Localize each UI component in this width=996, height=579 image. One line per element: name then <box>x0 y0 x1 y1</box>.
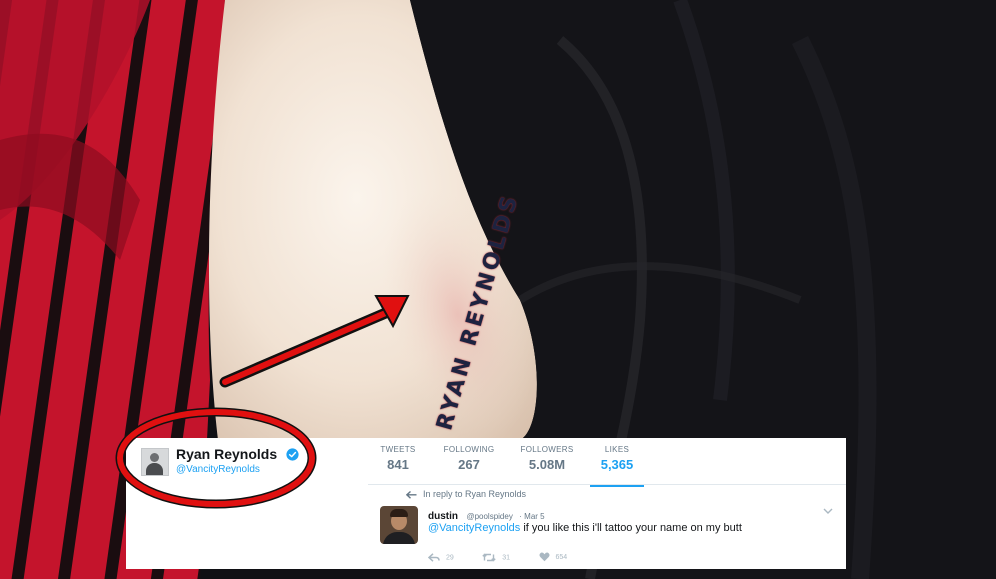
stat-following-value: 267 <box>458 457 480 472</box>
retweet-count: 31 <box>502 554 511 561</box>
tweet-mention-link[interactable]: @VancityReynolds <box>428 522 520 534</box>
like-icon <box>538 552 550 562</box>
reply-icon <box>427 552 440 562</box>
tweet-actions: 29 31 654 <box>427 546 591 564</box>
twitter-profile-card: Ryan Reynolds @VancityReynolds TWEETS 84… <box>126 438 846 569</box>
stats-divider <box>368 484 846 485</box>
retweet-action[interactable]: 31 <box>482 553 510 562</box>
stat-tweets-value: 841 <box>387 457 409 472</box>
photo-scene: RYAN REYNOLDS Ryan Reynolds @VancityReyn… <box>0 0 996 579</box>
reply-count: 29 <box>446 554 454 561</box>
caret-down-icon[interactable] <box>823 508 833 514</box>
stat-likes-value: 5,365 <box>600 457 634 472</box>
stat-followers[interactable]: FOLLOWERS 5.08M <box>507 445 587 472</box>
reply-action[interactable]: 29 <box>427 552 454 562</box>
like-action[interactable]: 654 <box>538 552 568 562</box>
tweet-author-name[interactable]: dustin <box>428 511 458 522</box>
retweet-icon <box>482 553 496 562</box>
stat-likes[interactable]: LIKES 5,365 <box>577 445 657 487</box>
stat-following-label: FOLLOWING <box>443 445 495 454</box>
tweet-date[interactable]: · Mar 5 <box>519 512 544 521</box>
profile-handle[interactable]: @VancityReynolds <box>176 464 260 475</box>
tweet-body: if you like this i'll tattoo your name o… <box>520 522 742 534</box>
profile-avatar[interactable] <box>141 448 169 476</box>
profile-name[interactable]: Ryan Reynolds <box>176 446 277 462</box>
stat-followers-label: FOLLOWERS <box>520 445 574 454</box>
reply-arrow-icon <box>406 490 417 499</box>
stat-following[interactable]: FOLLOWING 267 <box>429 445 509 472</box>
tweet-text: @VancityReynolds if you like this i'll t… <box>428 522 742 534</box>
tweet-author-handle[interactable]: @poolspidey <box>466 512 512 521</box>
stat-followers-value: 5.08M <box>528 457 566 472</box>
stat-tweets[interactable]: TWEETS 841 <box>358 445 438 472</box>
tweet-author-avatar[interactable] <box>380 506 418 544</box>
like-count: 654 <box>555 554 568 561</box>
stat-likes-label: LIKES <box>604 445 630 454</box>
reply-context-text: In reply to Ryan Reynolds <box>423 489 527 499</box>
stat-tweets-label: TWEETS <box>380 445 416 454</box>
verified-badge-icon <box>286 448 299 461</box>
reply-context[interactable]: In reply to Ryan Reynolds <box>406 489 526 499</box>
